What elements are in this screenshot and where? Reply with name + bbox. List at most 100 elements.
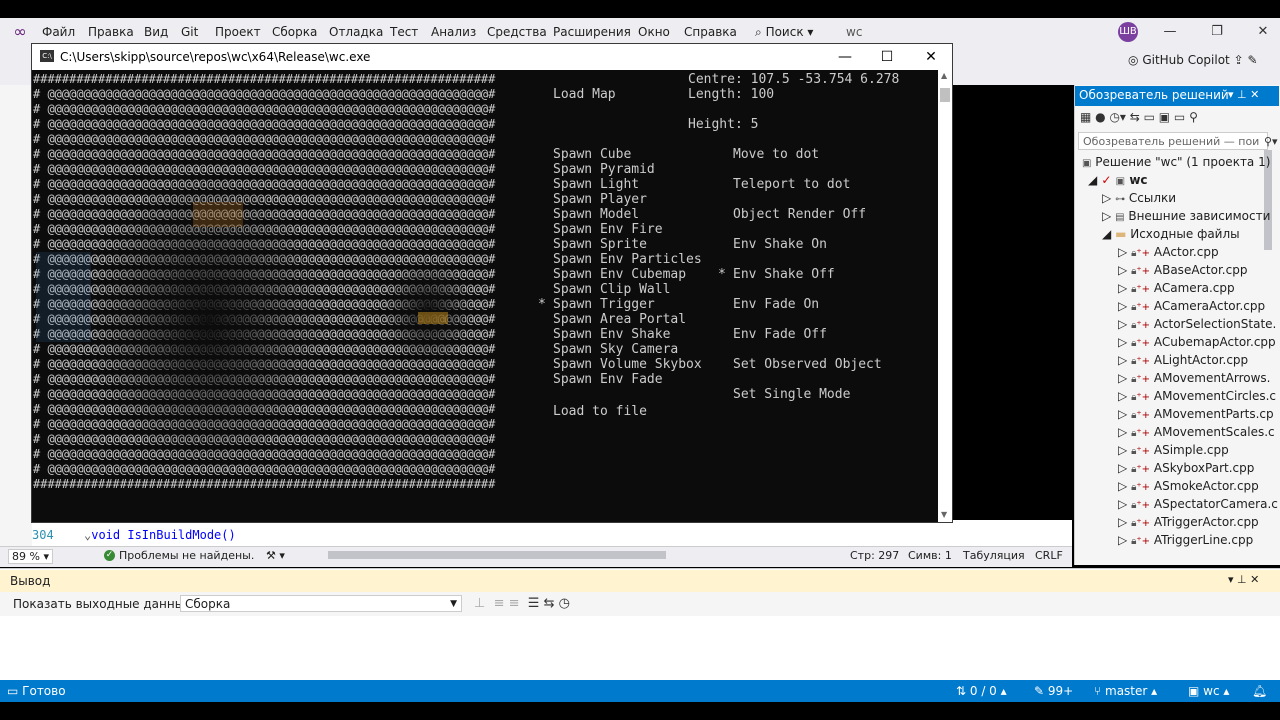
menu-project[interactable]: Проект (215, 24, 261, 40)
menu-build[interactable]: Сборка (272, 24, 317, 40)
notifications-icon[interactable]: 🔔︎ (1252, 684, 1267, 698)
spawn-menu-item[interactable]: Spawn Model (553, 207, 639, 222)
code-line[interactable]: ⌄void IsInBuildMode() (84, 528, 236, 542)
load-map-option[interactable]: Load Map (553, 87, 616, 102)
menu-file[interactable]: Файл (42, 24, 75, 40)
horizontal-scrollbar[interactable] (328, 551, 666, 559)
action-menu-item[interactable]: Set Single Mode (733, 387, 850, 402)
tree-node-references[interactable]: ▷ ⊶ Ссылки (1102, 191, 1176, 205)
spawn-menu-item[interactable]: Spawn Sprite (553, 237, 647, 252)
column-indicator[interactable]: Симв: 1 (908, 549, 952, 562)
output-panel-controls[interactable]: ▾ ⊥ ✕ (1228, 573, 1259, 586)
source-file-item[interactable]: ▷ 🔒︎⁺+ AMovementCircles.c (1118, 389, 1276, 403)
spawn-menu-item[interactable]: Spawn Volume Skybox (553, 357, 702, 372)
console-maximize-icon[interactable]: ☐ (867, 46, 907, 68)
source-file-item[interactable]: ▷ 🔒︎⁺+ ACamera.cpp (1118, 281, 1235, 295)
avatar[interactable]: ШВ (1118, 22, 1138, 42)
git-repo[interactable]: ▣ wc ▴ (1188, 684, 1229, 698)
action-menu-item[interactable]: Env Shake Off (733, 267, 835, 282)
clear-all-icon[interactable]: ☰ (528, 596, 540, 611)
spawn-menu-item[interactable]: Spawn Area Portal (553, 312, 686, 327)
source-file-item[interactable]: ▷ 🔒︎⁺+ ActorSelectionState. (1118, 317, 1276, 331)
line-indicator[interactable]: Стр: 297 (850, 549, 899, 562)
menu-window[interactable]: Окно (638, 24, 670, 40)
spawn-menu-item[interactable]: Spawn Player (553, 192, 647, 207)
spawn-menu-item[interactable]: Spawn Pyramid (553, 162, 655, 177)
source-file-item[interactable]: ▷ 🔒︎⁺+ AMovementScales.c (1118, 425, 1275, 439)
output-source-select[interactable]: Сборка ▼ (180, 595, 462, 612)
spawn-menu-item[interactable]: Spawn Sky Camera (553, 342, 678, 357)
spawn-menu-item[interactable]: Spawn Cube (553, 147, 631, 162)
menu-debug[interactable]: Отладка (329, 24, 383, 40)
solution-search-input[interactable]: Обозреватель решений — пои (1078, 132, 1268, 150)
menu-analyze[interactable]: Анализ (431, 24, 476, 40)
action-menu-item[interactable]: Move to dot (733, 147, 819, 162)
spawn-menu-item[interactable]: Spawn Env Particles (553, 252, 702, 267)
git-changes[interactable]: ⇅ 0 / 0 ▴ (956, 684, 1007, 698)
pending-edits[interactable]: ✎ 99+ (1034, 684, 1073, 698)
project-node[interactable]: ◢ ✓ ▣ wc (1088, 173, 1148, 187)
spawn-menu-item[interactable]: Spawn Env Cubemap (553, 267, 686, 282)
console-scrollbar-thumb[interactable] (940, 88, 950, 102)
source-file-item[interactable]: ▷ 🔒︎⁺+ ATriggerLine.cpp (1118, 533, 1253, 547)
action-menu-item[interactable]: Set Observed Object (733, 357, 882, 372)
source-file-item[interactable]: ▷ 🔒︎⁺+ ASmokeActor.cpp (1118, 479, 1259, 493)
source-file-item[interactable]: ▷ 🔒︎⁺+ AMovementArrows. (1118, 371, 1271, 385)
action-menu-item[interactable]: Env Shake On (733, 237, 827, 252)
load-to-file-option[interactable]: Load to file (553, 404, 647, 419)
menu-tools[interactable]: Средства (487, 24, 547, 40)
action-menu-item[interactable]: Teleport to dot (733, 177, 850, 192)
code-cleanup-icon[interactable]: ⚒ ▾ (266, 549, 285, 562)
git-branch[interactable]: ⑂ master ▴ (1094, 684, 1157, 698)
github-copilot-button[interactable]: ◎ GitHub Copilot ⇪ ✎ (1128, 53, 1258, 67)
source-file-item[interactable]: ▷ 🔒︎⁺+ AMovementParts.cp (1118, 407, 1274, 421)
source-file-item[interactable]: ▷ 🔒︎⁺+ ALightActor.cpp (1118, 353, 1248, 367)
spawn-menu-item[interactable]: Spawn Env Fade (553, 372, 663, 387)
tree-node-external-deps[interactable]: ▷ ▤ Внешние зависимости (1102, 209, 1270, 223)
console-minimize-icon[interactable]: — (825, 46, 865, 68)
solution-explorer-controls[interactable]: ▾ ⊥ ✕ (1228, 88, 1259, 101)
minimize-icon[interactable]: — (1155, 22, 1185, 42)
source-file-item[interactable]: ▷ 🔒︎⁺+ ABaseActor.cpp (1118, 263, 1247, 277)
scroll-up-icon[interactable]: ▲ (941, 71, 947, 80)
tabs-indicator[interactable]: Табуляция (963, 549, 1025, 562)
menu-help[interactable]: Справка (684, 24, 737, 40)
menu-git[interactable]: Git (181, 24, 198, 40)
tree-node-source-files[interactable]: ◢ ▬ Исходные файлы (1102, 227, 1240, 241)
clock-icon[interactable]: ◷ (559, 596, 570, 611)
pin-icon[interactable]: ⊥ (1237, 573, 1247, 586)
menu-view[interactable]: Вид (144, 24, 168, 40)
scroll-down-icon[interactable]: ▼ (941, 510, 947, 519)
source-file-item[interactable]: ▷ 🔒︎⁺+ ACubemapActor.cpp (1118, 335, 1276, 349)
spawn-menu-item[interactable]: Spawn Trigger (553, 297, 655, 312)
menu-edit[interactable]: Правка (88, 24, 134, 40)
action-menu-item[interactable]: Env Fade On (733, 297, 819, 312)
zoom-select[interactable]: 89 % ▾ (8, 549, 53, 564)
source-file-item[interactable]: ▷ 🔒︎⁺+ ASpectatorCamera.c (1118, 497, 1278, 511)
menu-test[interactable]: Тест (390, 24, 418, 40)
source-file-item[interactable]: ▷ 🔒︎⁺+ ACameraActor.cpp (1118, 299, 1265, 313)
console-scrollbar[interactable] (938, 70, 952, 522)
spawn-menu-item[interactable]: Spawn Env Shake (553, 327, 670, 342)
eol-indicator[interactable]: CRLF (1035, 549, 1063, 562)
word-wrap-icon[interactable]: ⇆ (544, 596, 555, 611)
close-icon[interactable]: ✕ (1248, 22, 1278, 42)
problems-status[interactable]: Проблемы не найдены. (119, 549, 254, 562)
menu-extensions[interactable]: Расширения (553, 24, 631, 40)
solution-node[interactable]: ▣ Решение "wc" (1 проекта 1) (1082, 155, 1270, 169)
source-file-item[interactable]: ▷ 🔒︎⁺+ ATriggerActor.cpp (1118, 515, 1259, 529)
spawn-menu-item[interactable]: Spawn Env Fire (553, 222, 663, 237)
action-menu-item[interactable]: Env Fade Off (733, 327, 827, 342)
search-icon[interactable]: ⚲▾ (1264, 135, 1278, 148)
solution-explorer-toolbar-icons[interactable]: ▦ ● ◷▾ ⇆ ▭ ▣ ▭ ⚲ (1080, 110, 1198, 124)
spawn-menu-item[interactable]: Spawn Light (553, 177, 639, 192)
action-menu-item[interactable]: Object Render Off (733, 207, 866, 222)
spawn-menu-item[interactable]: Spawn Clip Wall (553, 282, 670, 297)
search-button[interactable]: ⌕ Поиск ▾ (755, 24, 813, 40)
console-close-icon[interactable]: ✕ (911, 46, 951, 68)
source-file-item[interactable]: ▷ 🔒︎⁺+ AActor.cpp (1118, 245, 1219, 259)
source-file-item[interactable]: ▷ 🔒︎⁺+ ASimple.cpp (1118, 443, 1229, 457)
source-file-item[interactable]: ▷ 🔒︎⁺+ ASkyboxPart.cpp (1118, 461, 1254, 475)
output-toolbar-icons[interactable]: ⊥ ≡ ≡ ☰ ⇆ ◷ (474, 596, 570, 611)
restore-icon[interactable]: ❐ (1202, 22, 1232, 42)
